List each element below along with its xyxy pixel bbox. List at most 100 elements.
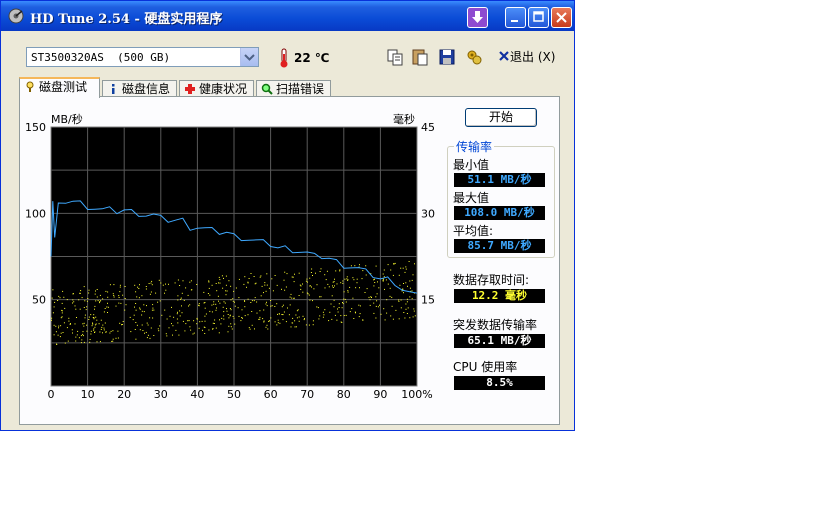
access-time-point [150,282,152,284]
access-time-point [332,281,334,283]
access-time-point [107,291,109,293]
access-time-point [112,340,114,342]
access-time-point [211,304,213,306]
access-time-point [57,334,59,336]
start-button[interactable]: 开始 [465,108,537,127]
access-time-point [88,289,90,291]
access-time-point [409,296,411,298]
access-time-point [198,327,200,329]
access-time-point [312,275,313,276]
access-time-point [157,328,159,330]
access-time-point [340,315,342,317]
access-time-point [54,301,56,303]
access-time-point [333,281,335,283]
min-value: 51.1 MB/秒 [454,173,545,187]
x-tick: 80 [337,388,351,401]
access-time-point [198,303,200,305]
access-time-point [145,288,147,290]
access-time-point [204,307,206,309]
access-time-point [164,292,165,294]
access-time-point [221,317,223,319]
access-time-point [209,294,211,296]
access-time-point [303,319,305,321]
access-time-point [201,320,203,322]
access-time-value: 12.2 毫秒 [454,289,545,303]
access-time-point [241,317,243,319]
access-time-point [289,304,291,306]
access-time-point [103,329,105,331]
access-time-point [405,308,407,310]
access-time-point [107,306,109,308]
access-time-point [150,291,152,293]
access-time-point [79,308,81,310]
access-time-point [268,287,270,289]
access-time-point [339,270,341,272]
access-time-point [223,315,225,317]
access-time-point [192,333,194,335]
access-time-point [95,300,97,302]
access-time-point [51,297,53,299]
tab-benchmark[interactable]: 磁盘测试 [19,77,100,98]
avg-label: 平均值: [453,224,494,238]
access-time-point [69,324,71,325]
access-time-point [182,320,184,322]
access-time-point [355,312,356,314]
access-time-point [269,320,270,322]
access-time-point [152,307,154,309]
access-time-point [229,308,231,309]
access-time-point [337,311,339,313]
access-time-point [89,339,91,340]
access-time-point [113,284,115,286]
access-time-point [263,292,264,294]
access-time-point [309,277,311,279]
access-time-point [124,298,126,299]
access-time-point [136,324,138,326]
x-tick: 50 [227,388,241,401]
access-time-point [100,328,102,330]
access-time-point [139,284,140,286]
access-time-point [376,293,378,295]
access-time-point [244,315,246,317]
access-time-point [331,295,333,297]
access-time-point [405,266,407,268]
access-time-point [225,275,227,277]
access-time-point [312,300,313,302]
access-time-point [52,289,54,291]
access-time-point [334,314,336,316]
access-time-point [324,287,326,289]
access-time-point [182,280,184,282]
access-time-point [63,296,65,298]
access-time-point [274,321,276,323]
access-time-point [158,330,160,332]
access-time-point [119,322,121,324]
access-time-point [218,332,220,334]
access-time-point [119,291,121,293]
access-time-point [135,309,137,311]
access-time-point [338,303,340,305]
access-time-point [184,330,186,332]
access-time-point [292,317,294,319]
access-time-point [292,322,294,324]
access-time-point [223,318,225,320]
access-time-point [374,282,376,283]
access-time-point [263,320,265,322]
access-time-point [98,323,100,325]
access-time-point [139,308,141,310]
access-time-point [89,341,91,343]
access-time-point [403,292,404,294]
access-time-point [254,283,256,285]
access-time-point [334,285,335,287]
access-time-point [204,333,206,334]
access-time-label: 数据存取时间: [453,273,530,287]
access-time-point [259,318,261,320]
access-time-point [336,283,338,285]
avg-value: 85.7 MB/秒 [454,239,545,253]
access-time-point [356,278,358,280]
access-time-point [149,317,151,319]
access-time-point [189,304,191,306]
access-time-point [55,331,57,333]
access-time-point [368,296,370,298]
access-time-point [299,284,301,286]
access-time-point [343,298,345,300]
access-time-point [146,337,148,339]
